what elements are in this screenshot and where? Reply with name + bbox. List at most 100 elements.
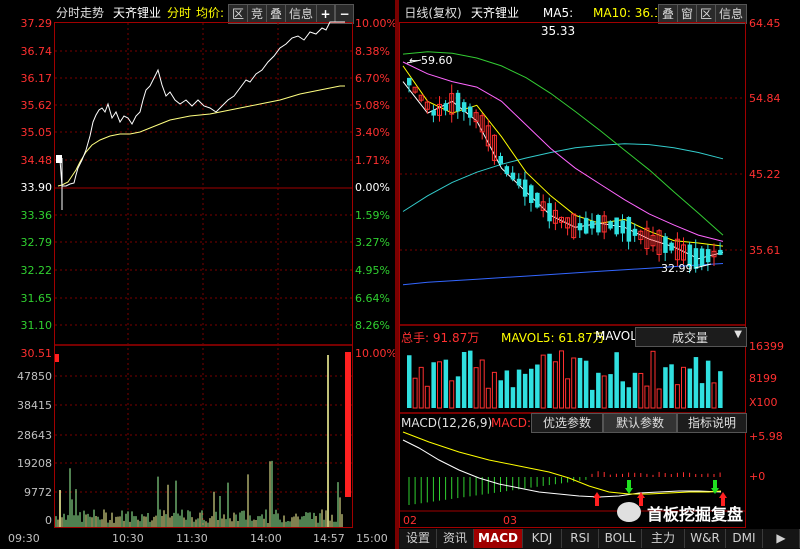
price-line [57,21,345,187]
daily-volume-bar [473,367,479,409]
daily-volume-bar [529,368,534,408]
candle-body [705,249,711,263]
candle-body [498,156,503,164]
ma120-line [402,143,724,212]
macd-title: MACD(12,26,9) [401,416,493,430]
tab-macd[interactable]: MACD [474,529,523,548]
daily-volume-bar [571,357,577,409]
tab-dmi[interactable]: DMI [726,529,763,548]
candle-body [504,166,510,174]
high-price-label: 59.60 [421,54,453,67]
candle-body [431,110,436,116]
tab-kdj[interactable]: KDJ [523,529,562,548]
candle-body [718,249,723,255]
tab-wr[interactable]: W&R [685,529,726,548]
watermark: 首板挖掘复盘 [617,500,777,524]
daily-volume-bar [559,350,564,409]
chevron-down-icon: ▼ [734,329,742,340]
daily-volume-bar [552,361,558,409]
tab-rsi[interactable]: RSI [562,529,599,548]
daily-volume-bar [498,380,503,408]
low-price-label: 32.99 [661,262,693,275]
indicator-help-button[interactable]: 指标说明 [677,413,747,433]
kline-panel: 日线(复权) 天齐锂业 MA5: 35.33 MA10: 36.1 叠 窗 区 … [399,0,800,549]
candle-body [608,221,613,229]
daily-volume-bar [485,387,491,409]
mavol-label: MAVOL [595,329,637,343]
daily-volume-bar [705,360,711,408]
candle-body [669,242,674,251]
daily-volume-bar [674,384,680,409]
default-params-button[interactable]: 默认参数 [603,413,677,433]
macd-axis-tick: +0 [749,470,766,483]
daily-volume-bar [565,378,571,409]
tab-scroll[interactable]: ▶ [763,529,800,548]
daily-volume-bar [491,371,497,409]
intraday-chart [54,21,353,528]
daily-volume-bar [461,352,467,408]
candle-body [547,203,552,222]
vol-axis-tick: 16399 [749,340,784,353]
daily-volume-bar [577,357,583,408]
daily-volume-bar [547,353,552,408]
candle-body [626,217,632,242]
vol-axis-unit: X100 [749,396,778,409]
candle-body [663,236,668,253]
candle-body [455,92,461,112]
daily-volume-bar [540,354,546,409]
candlesticks [407,77,723,274]
daily-volume-bar [583,360,589,408]
daily-volume-bar [693,357,699,408]
macd-value-label: MACD: [491,416,532,430]
daily-volume-bar [632,372,638,408]
green-arrow-icon [625,488,633,494]
tab-news[interactable]: 资讯 [437,529,474,548]
daily-volume-bar [681,366,686,409]
candle-body [535,192,540,208]
candle-body [693,248,699,269]
kline-chart: 59.60 ← 32.99 [399,22,746,528]
daily-volume-bar [608,374,613,408]
daily-volume-bar [718,371,723,408]
macd-axis-tick: +5.98 [749,430,783,443]
intraday-volume-bars [55,355,343,527]
daily-volume-bar [687,368,693,408]
daily-volume-bar [479,359,485,409]
tab-main-force[interactable]: 主力 [642,529,685,548]
daily-volume-bars [407,350,723,409]
candle-body [614,217,619,235]
daily-volume-bar [638,372,644,409]
indicator-dropdown[interactable]: 成交量 ▼ [635,327,747,347]
daily-volume-bar [644,385,650,409]
daily-volume-bar [614,352,619,408]
candle-body [468,106,473,118]
daily-volume-bar [522,373,528,408]
daily-volume-bar [443,359,449,408]
red-arrow-icon [593,492,601,498]
intraday-panel: 分时走势 天齐锂业 分时 均价: 区 竞 叠 信息 + − 37.29 36.7… [0,0,397,549]
optimal-params-button[interactable]: 优选参数 [531,413,603,433]
candle-body [699,248,705,266]
avg-price-line [57,85,345,187]
daily-volume-bar [412,377,418,409]
daily-volume-bar [449,380,455,409]
daily-volume-bar [601,375,607,409]
candle-body [620,220,625,234]
vol-axis-tick: 8199 [749,372,777,385]
tab-settings[interactable]: 设置 [400,529,437,548]
macd-dif-line [402,439,722,498]
daily-volume-bar [669,364,674,408]
daily-volume-bar [437,361,442,409]
daily-volume-bar [468,350,473,408]
candle-body [583,217,589,234]
month-label: 02 [403,514,417,527]
daily-volume-bar [596,372,601,408]
daily-volume-bar [455,376,461,408]
watermark-text: 首板挖掘复盘 [647,505,744,524]
tab-boll[interactable]: BOLL [599,529,642,548]
daily-volume-bar [620,381,625,408]
daily-volume-bar [516,369,522,408]
daily-volume-bar [418,366,424,409]
candle-body [577,223,583,231]
ma60-line [402,51,724,236]
